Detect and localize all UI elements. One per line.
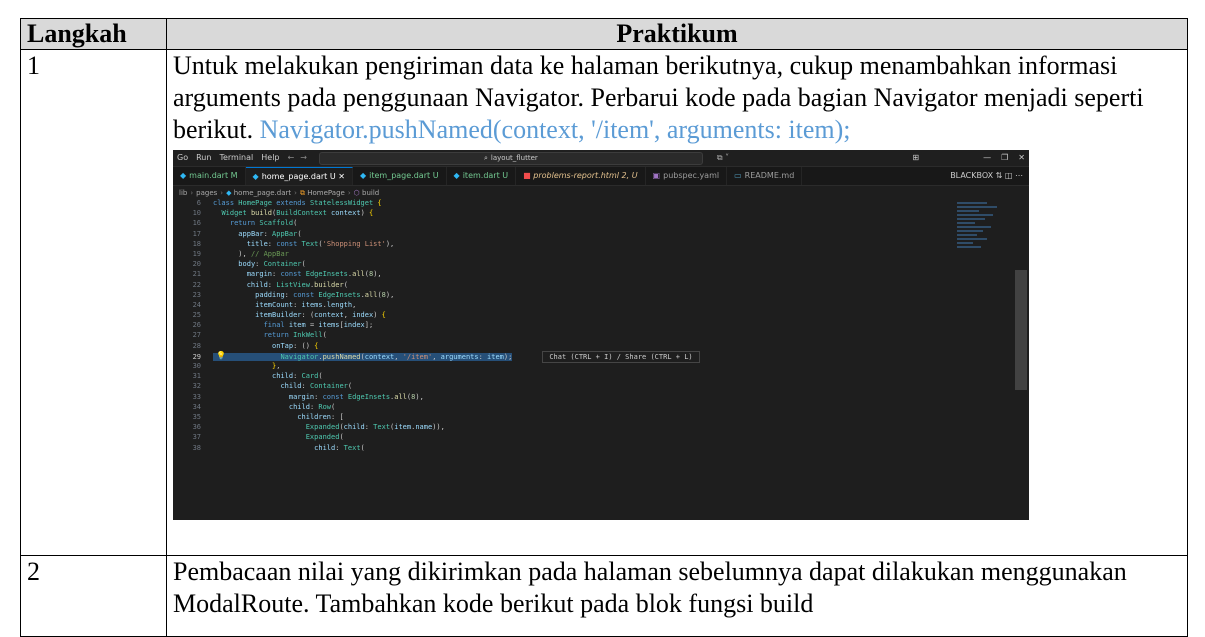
code-line[interactable]: 6 class HomePage extends StatelessWidget … (173, 198, 1029, 208)
code-line[interactable]: 24 itemCount: items.length, (173, 300, 1029, 310)
line-number: 35 (192, 412, 201, 421)
code-line[interactable]: 17 appBar: AppBar( (173, 229, 1029, 239)
step-number: 1 (20, 49, 167, 556)
line-number: 22 (192, 280, 201, 289)
code-line[interactable]: 22 child: ListView.builder( (173, 280, 1029, 290)
blackbox-label[interactable]: BLACKBOX (950, 171, 993, 180)
line-number: 28 (192, 341, 201, 350)
code-line[interactable]: 37 Expanded( (173, 432, 1029, 442)
line-number: 10 (192, 209, 201, 218)
table-row: 1 Untuk melakukan pengiriman data ke hal… (20, 49, 1188, 556)
minimap[interactable] (957, 202, 1007, 262)
line-number: 6 (196, 199, 201, 207)
code-line[interactable]: 16 return Scaffold( (173, 218, 1029, 228)
line-number: 38 (192, 443, 201, 452)
compare-icon[interactable]: ⇅ (996, 171, 1003, 180)
step-number: 2 (20, 555, 167, 637)
tab-pubspec-yaml[interactable]: ▣ pubspec.yaml (646, 167, 728, 185)
editor-scrollbar[interactable] (1015, 270, 1027, 390)
lightbulb-icon[interactable]: 💡 (216, 351, 226, 361)
tab-status: U (432, 171, 439, 180)
customize-layout-icon[interactable]: ⊞ (912, 150, 919, 174)
code-line[interactable]: 34 child: Row( (173, 402, 1029, 412)
code-line[interactable]: 26 final item = items[index]; (173, 320, 1029, 330)
tab-label: README.md (744, 171, 795, 180)
line-number: 36 (192, 423, 201, 432)
code-line[interactable]: 27 return InkWell( (173, 330, 1029, 340)
line-number: 20 (192, 260, 201, 269)
code-line[interactable]: 31 child: Card( (173, 371, 1029, 381)
header-langkah: Langkah (20, 18, 167, 50)
inline-code: Navigator.pushNamed(context, '/item', ar… (259, 115, 851, 144)
dart-file-icon: ◆ (453, 171, 460, 180)
line-number: 16 (192, 219, 201, 228)
code-line[interactable]: 32 child: Container( (173, 381, 1029, 391)
vscode-screenshot: Go Run Terminal Help ← → ⌕ layout_flutte… (173, 150, 1029, 520)
tab-status: U (502, 171, 509, 180)
tab-problems-report[interactable]: ■ problems-report.html 2, U (516, 167, 646, 185)
code-line[interactable]: 25 itemBuilder: (context, index) { (173, 310, 1029, 320)
code-editor[interactable]: 6 class HomePage extends StatelessWidget … (173, 198, 1029, 520)
code-line[interactable]: 28 onTap: () { (173, 341, 1029, 351)
step-instruction: Pembacaan nilai yang dikirimkan pada hal… (166, 555, 1188, 637)
tab-label: pubspec.yaml (663, 171, 720, 180)
tab-readme-md[interactable]: ▭ README.md (727, 167, 803, 185)
line-number: 17 (192, 229, 201, 238)
line-number: 26 (192, 321, 201, 330)
code-line[interactable]: 30 }, (173, 361, 1029, 371)
header-praktikum: Praktikum (166, 18, 1188, 50)
tab-actions: BLACKBOX ⇅ ◫ ⋯ (950, 160, 1029, 192)
tab-status: 2, U (621, 171, 638, 180)
code-line[interactable]: 36 Expanded(child: Text(item.name)), (173, 422, 1029, 432)
table-row: 2 Pembacaan nilai yang dikirimkan pada h… (20, 555, 1188, 637)
code-line[interactable]: 19 ), // AppBar (173, 249, 1029, 259)
line-number: 31 (192, 372, 201, 381)
line-number: 24 (192, 300, 201, 309)
tab-label: item.dart (462, 171, 500, 180)
line-number: 25 (192, 311, 201, 320)
code-line[interactable]: 33 margin: const EdgeInsets.all(8), (173, 392, 1029, 402)
code-line[interactable]: 38 child: Text( (173, 443, 1029, 453)
line-number: 30 (192, 362, 201, 370)
code-line[interactable]: 18 title: const Text('Shopping List'), (173, 239, 1029, 249)
code-line[interactable]: 10 Widget build(BuildContext context) { (173, 208, 1029, 218)
line-number: 21 (192, 270, 201, 279)
step-content: Untuk melakukan pengiriman data ke halam… (166, 49, 1188, 556)
tab-label: problems-report.html (533, 171, 619, 180)
line-number: 37 (192, 433, 201, 442)
practicum-table: Langkah Praktikum 1 Untuk melakukan peng… (20, 18, 1188, 637)
code-line[interactable]: 35 children: [ (173, 412, 1029, 422)
line-number: 27 (192, 331, 201, 340)
line-number: 32 (192, 382, 201, 391)
line-number: 34 (192, 402, 201, 411)
line-number: 18 (192, 239, 201, 248)
code-line[interactable]: 20 body: Container( (173, 259, 1029, 269)
code-line[interactable]: 21 margin: const EdgeInsets.all(8), (173, 269, 1029, 279)
markdown-file-icon: ▭ (734, 171, 742, 180)
line-number: 23 (192, 290, 201, 299)
step-instruction: Untuk melakukan pengiriman data ke halam… (173, 50, 1181, 146)
html-file-icon: ■ (523, 171, 531, 180)
line-number: 19 (192, 249, 201, 258)
split-editor-icon[interactable]: ◫ (1005, 171, 1013, 180)
tab-item-dart[interactable]: ◆ item.dart U (447, 167, 517, 185)
table-header-row: Langkah Praktikum (20, 18, 1188, 50)
yaml-file-icon: ▣ (652, 171, 661, 180)
code-line[interactable]: 23 padding: const EdgeInsets.all(8), (173, 290, 1029, 300)
line-number: 33 (192, 392, 201, 401)
more-actions-icon[interactable]: ⋯ (1015, 171, 1023, 180)
code-line[interactable]: 29 💡 Navigator.pushNamed(context, '/item'… (173, 350, 1029, 363)
